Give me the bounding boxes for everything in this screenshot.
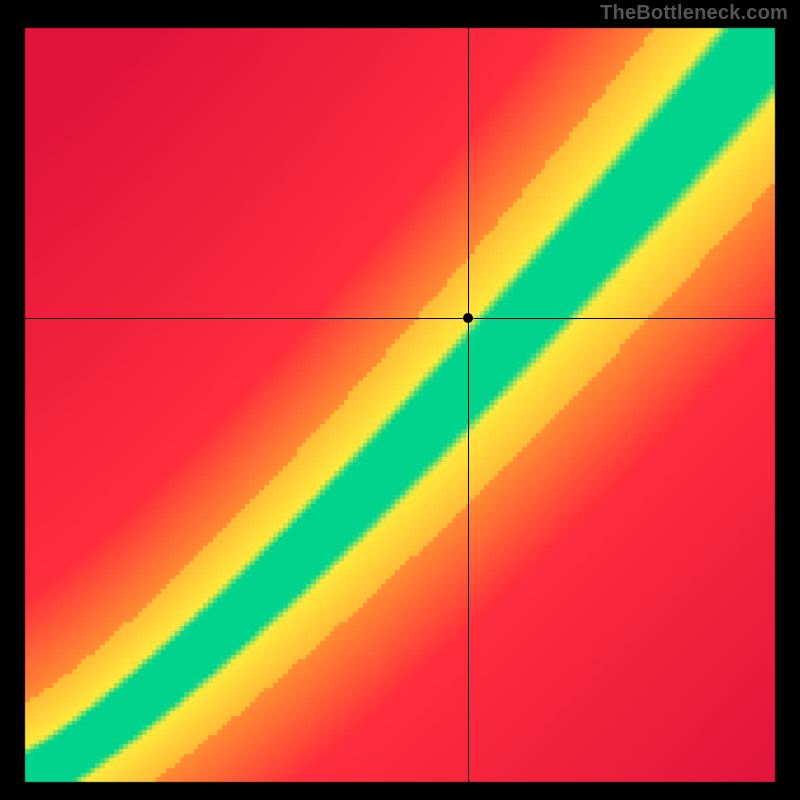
crosshair-vertical: [468, 28, 469, 782]
crosshair-point: [463, 313, 473, 323]
heatmap-canvas: [0, 0, 800, 800]
watermark-label: TheBottleneck.com: [600, 2, 788, 25]
chart-frame: TheBottleneck.com: [0, 0, 800, 800]
crosshair-horizontal: [25, 318, 775, 319]
